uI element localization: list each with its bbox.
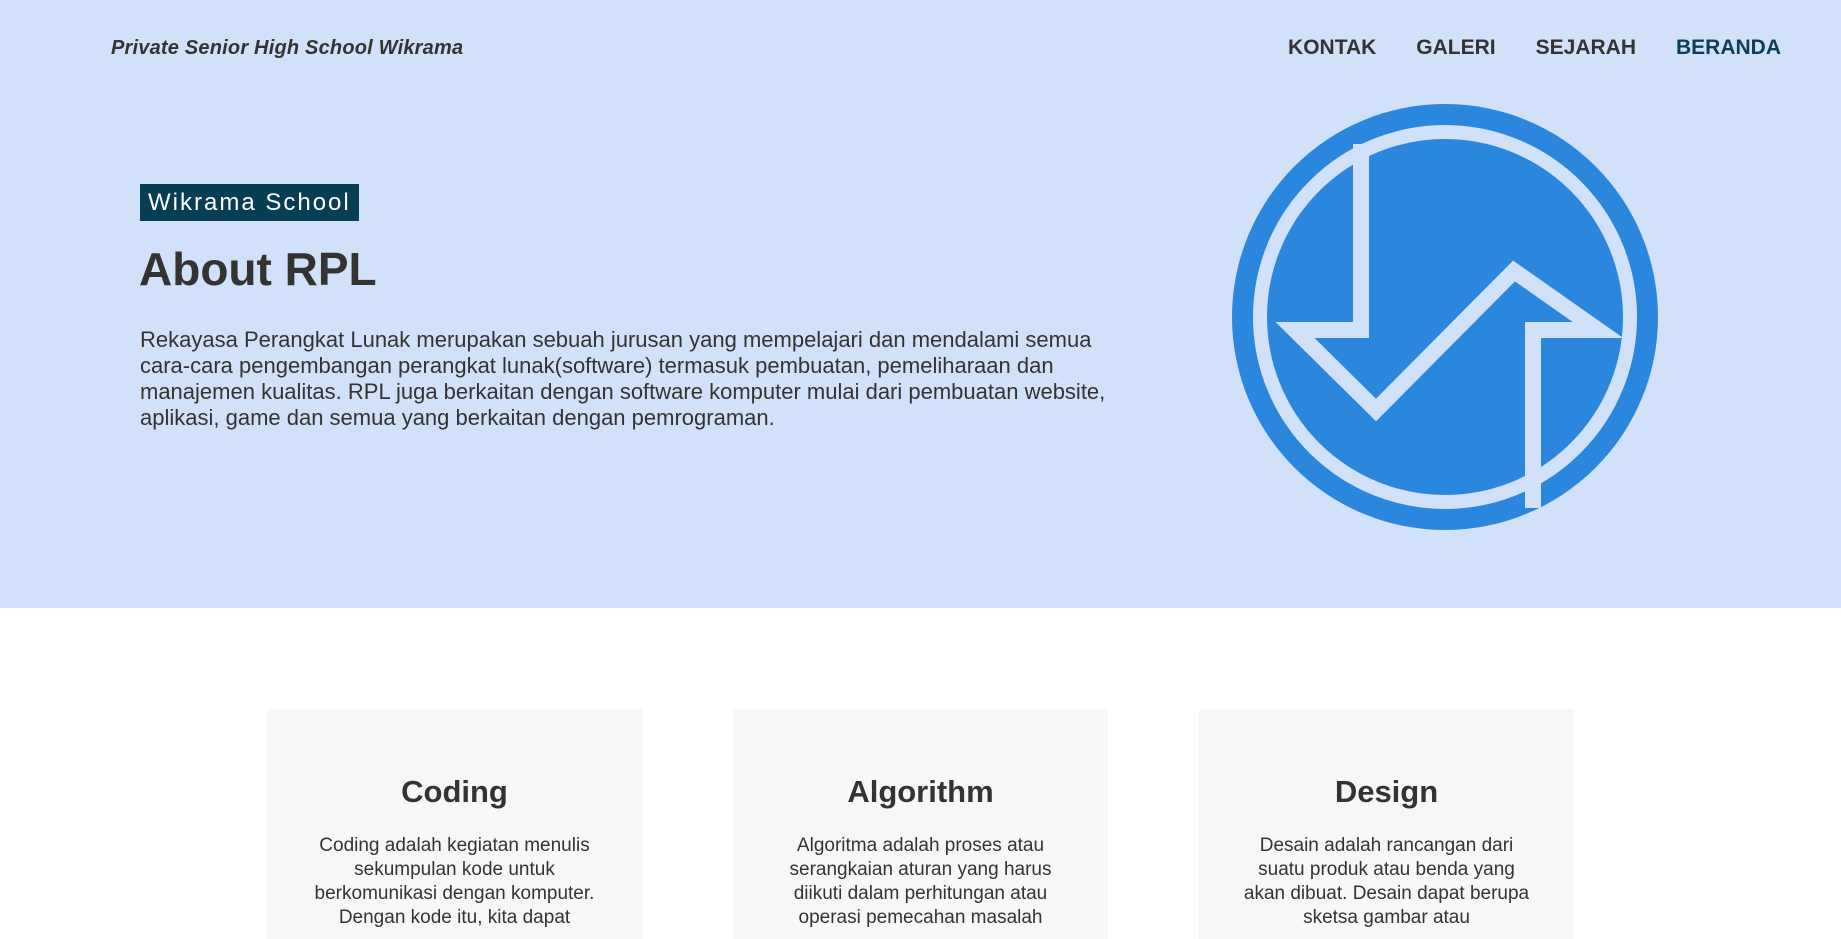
rpl-logo-icon (1232, 104, 1658, 530)
card-coding: Coding Coding adalah kegiatan menulis se… (267, 709, 642, 939)
card-title: Design (1334, 774, 1439, 809)
nav-kontak[interactable]: KONTAK (1288, 36, 1376, 60)
site-brand[interactable]: Private Senior High School Wikrama (111, 37, 463, 60)
hero-section: Private Senior High School Wikrama KONTA… (0, 0, 1841, 608)
card-text: Algoritma adalah proses atau serangkaian… (789, 835, 1052, 928)
school-tag: Wikrama School (140, 184, 359, 221)
nav-galeri[interactable]: GALERI (1416, 36, 1495, 60)
logo-outer-circle (1232, 104, 1658, 530)
nav-beranda[interactable]: BERANDA (1676, 36, 1781, 60)
card-text: Coding adalah kegiatan menulis sekumpula… (314, 835, 595, 928)
card-algorithm: Algorithm Algoritma adalah proses atau s… (733, 709, 1108, 939)
features-section: Coding Coding adalah kegiatan menulis se… (0, 608, 1841, 939)
hero-description: Rekayasa Perangkat Lunak merupakan sebua… (140, 327, 1106, 430)
page-title: About RPL (139, 243, 377, 295)
card-title: Coding (401, 774, 508, 809)
main-nav: KONTAK GALERI SEJARAH BERANDA (1288, 36, 1781, 60)
nav-sejarah[interactable]: SEJARAH (1536, 36, 1636, 60)
card-title: Algorithm (847, 774, 994, 809)
card-text: Desain adalah rancangan dari suatu produ… (1243, 835, 1530, 928)
card-design: Design Desain adalah rancangan dari suat… (1199, 709, 1574, 939)
